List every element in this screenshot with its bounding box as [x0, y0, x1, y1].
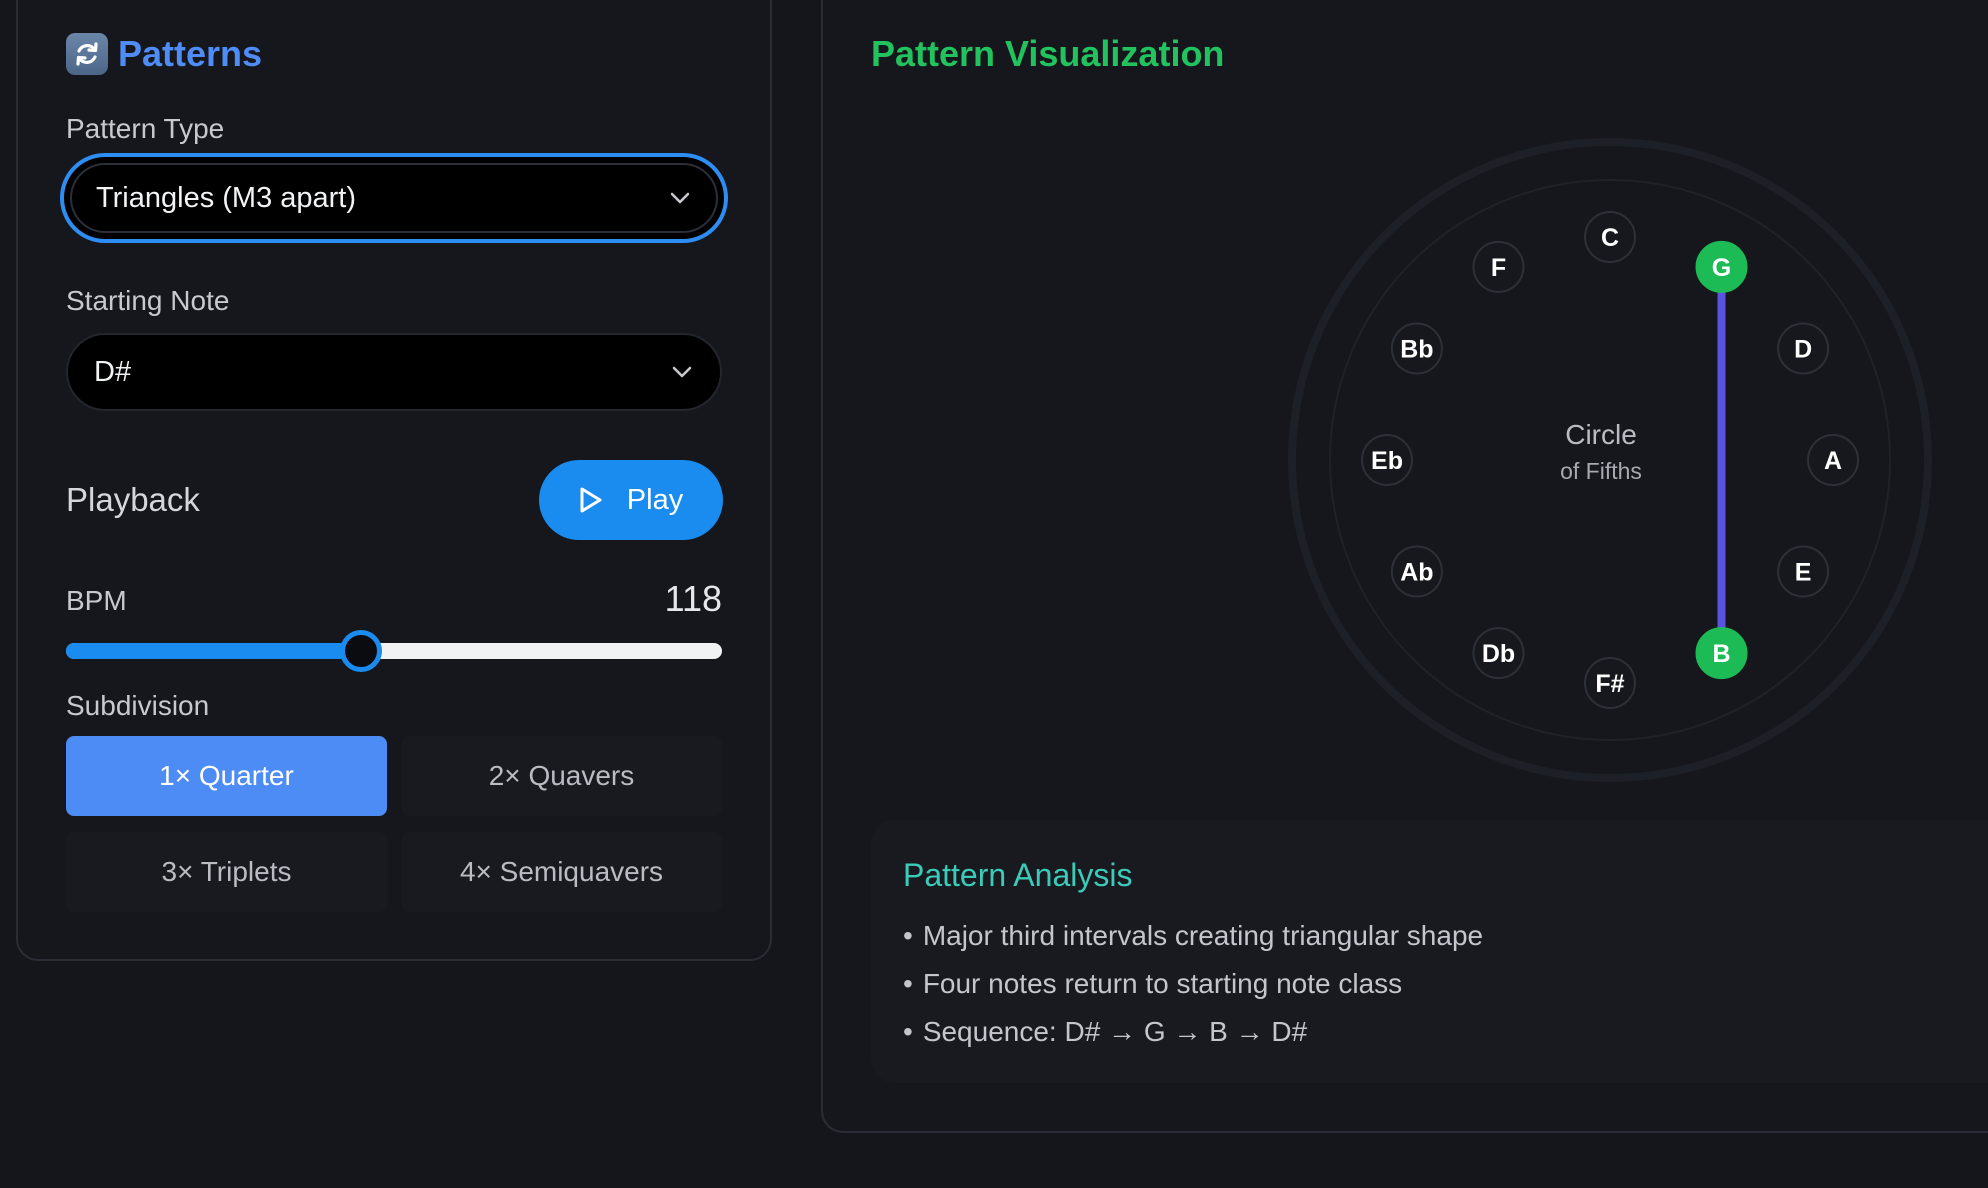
- note-label: E: [1795, 559, 1812, 587]
- note-label: Bb: [1400, 336, 1433, 364]
- pattern-analysis-list: Major third intervals creating triangula…: [903, 916, 1483, 1060]
- note-label: F#: [1595, 670, 1624, 698]
- pattern-analysis-title: Pattern Analysis: [903, 857, 1133, 893]
- note-label: G: [1712, 254, 1731, 282]
- visualization-title: Pattern Visualization: [871, 33, 1225, 74]
- refresh-icon: [66, 33, 108, 75]
- playback-label: Playback: [66, 481, 200, 518]
- subdivision-label: Subdivision: [66, 690, 210, 721]
- pattern-type-value: Triangles (M3 apart): [96, 181, 357, 214]
- note-node-e[interactable]: E: [1777, 545, 1830, 598]
- bpm-slider[interactable]: [66, 630, 722, 672]
- circle-center-subtitle: of Fifths: [1560, 458, 1642, 484]
- note-node-ab[interactable]: Ab: [1390, 545, 1443, 598]
- patterns-header: Patterns: [66, 33, 262, 75]
- bpm-label: BPM: [66, 585, 127, 616]
- note-label: F: [1491, 254, 1506, 282]
- note-node-c[interactable]: C: [1584, 211, 1636, 263]
- subdivision-triplets-button[interactable]: 3× Triplets: [66, 832, 387, 912]
- note-node-f[interactable]: F: [1472, 240, 1525, 293]
- bpm-value: 118: [664, 578, 722, 619]
- pattern-type-select[interactable]: Triangles (M3 apart): [60, 153, 728, 243]
- note-node-fsharp[interactable]: F#: [1584, 657, 1636, 709]
- pattern-type-label: Pattern Type: [66, 113, 225, 144]
- play-button[interactable]: Play: [539, 460, 723, 540]
- note-label: Db: [1482, 640, 1515, 668]
- panel-title: Patterns: [118, 33, 263, 74]
- note-node-b[interactable]: B: [1695, 627, 1748, 680]
- chevron-down-icon: [672, 366, 692, 378]
- note-node-a[interactable]: A: [1807, 434, 1859, 486]
- subdivision-semiquavers-button[interactable]: 4× Semiquavers: [401, 832, 722, 912]
- chevron-down-icon: [670, 192, 690, 204]
- circle-of-fifths: C G D A E B F# Db Ab Eb Bb F Circle of Fifths: [1288, 138, 1932, 782]
- slider-thumb[interactable]: [340, 630, 383, 672]
- note-label: B: [1712, 640, 1730, 668]
- note-node-db[interactable]: Db: [1472, 627, 1525, 680]
- subdivision-quavers-button[interactable]: 2× Quavers: [401, 736, 722, 816]
- starting-note-label: Starting Note: [66, 285, 230, 316]
- note-label: A: [1824, 447, 1842, 475]
- slider-fill: [66, 643, 362, 659]
- note-label: Eb: [1371, 447, 1403, 475]
- note-node-eb[interactable]: Eb: [1361, 434, 1413, 486]
- starting-note-value: D#: [94, 355, 132, 388]
- list-item: Major third intervals creating triangula…: [903, 916, 1483, 964]
- note-node-g[interactable]: G: [1695, 240, 1748, 293]
- play-icon: [580, 487, 602, 513]
- note-node-d[interactable]: D: [1777, 322, 1830, 375]
- list-item: Four notes return to starting note class: [903, 964, 1483, 1012]
- note-label: D: [1794, 336, 1812, 364]
- circle-center-title: Circle: [1565, 419, 1637, 450]
- note-node-bb[interactable]: Bb: [1390, 322, 1443, 375]
- note-label: C: [1601, 224, 1619, 252]
- play-button-label: Play: [626, 483, 684, 516]
- subdivision-quarter-button[interactable]: 1× Quarter: [66, 736, 387, 816]
- note-label: Ab: [1400, 559, 1433, 587]
- starting-note-select[interactable]: D#: [66, 333, 722, 411]
- list-item: Sequence: D# → G → B → D#: [903, 1012, 1483, 1060]
